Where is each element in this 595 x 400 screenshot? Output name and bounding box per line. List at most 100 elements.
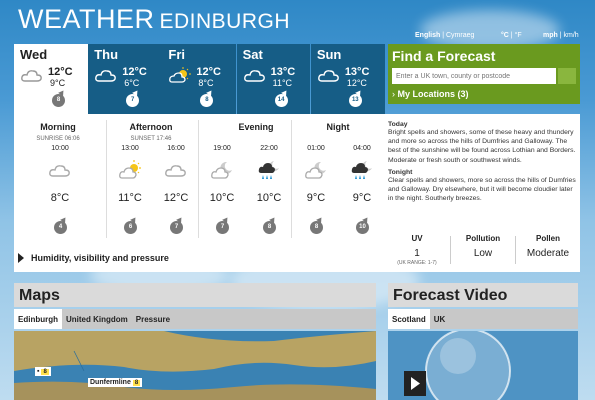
unit-fahrenheit[interactable]: °F xyxy=(515,32,522,39)
tonight-text: Clear spells and showers, more so across… xyxy=(388,176,576,203)
pollution-index[interactable]: Pollution Low xyxy=(451,234,515,259)
video-tabs: Scotland UK xyxy=(388,309,578,329)
tonight-heading: Tonight xyxy=(388,168,413,176)
humidity-visibility-pressure-toggle[interactable]: Humidity, visibility and pressure xyxy=(14,244,385,272)
timeslot[interactable]: 04:00 9°C 10 xyxy=(342,145,382,234)
day-name: Sat xyxy=(242,47,263,62)
map-land xyxy=(14,331,376,400)
my-locations-label: My Locations (3) xyxy=(397,89,469,99)
timeslot[interactable]: 10:00 8°C 4 xyxy=(40,145,80,234)
day-high: 12°C xyxy=(122,66,147,78)
weather-map[interactable]: ▪ 8 Dunfermline 8 xyxy=(14,331,376,400)
slot-time: 01:00 xyxy=(307,145,325,152)
unit-kmh[interactable]: km/h xyxy=(564,32,579,39)
slot-time: 13:00 xyxy=(121,145,139,152)
find-forecast-panel: Find a Forecast › My Locations (3) xyxy=(388,44,580,104)
page-title: WEATHER Edinburgh xyxy=(18,4,290,35)
day-tab-fri[interactable]: Fri 12°C 8°C 8 xyxy=(162,44,237,114)
uv-label: UV xyxy=(411,234,423,243)
humidity-link-label: Humidity, visibility and pressure xyxy=(31,253,169,263)
timeslot[interactable]: 22:00 10°C 8 xyxy=(249,145,289,234)
pollution-value: Low xyxy=(473,248,493,259)
cloud-icon xyxy=(95,70,117,82)
play-icon[interactable] xyxy=(404,371,426,396)
map-temp-tag: 8 xyxy=(132,380,141,386)
day-tab-sat[interactable]: Sat 13°C 11°C 14 xyxy=(236,44,311,114)
slot-time: 22:00 xyxy=(260,145,278,152)
unit-mph[interactable]: mph xyxy=(543,32,558,39)
timeslot[interactable]: 16:00 12°C 7 xyxy=(156,145,196,234)
day-tab-sun[interactable]: Sun 13°C 12°C 13 xyxy=(310,44,385,114)
my-locations-link[interactable]: › My Locations (3) xyxy=(392,89,469,99)
sun-cloud-icon xyxy=(119,160,141,179)
lang-welsh[interactable]: Cymraeg xyxy=(446,32,474,39)
slot-temp: 9°C xyxy=(306,192,326,204)
language-switch: English | Cymraeg xyxy=(415,32,475,39)
conditions-row: UV 1 (UK RANGE: 1-7) Pollution Low Polle… xyxy=(385,228,580,272)
wind-speed-icon: 14 xyxy=(274,94,288,107)
map-location-name: Dunfermline xyxy=(90,379,131,386)
today-heading: Today xyxy=(388,121,408,128)
map-location-label: Dunfermline 8 xyxy=(88,378,143,387)
timeslot[interactable]: 13:00 11°C 6 xyxy=(110,145,150,234)
day-tabs: Wed 12°C 9°C 8 Thu 12°C 6°C 7 Fri 12°C 8… xyxy=(14,44,385,114)
location-title: Edinburgh xyxy=(159,10,291,33)
tab-pressure[interactable]: Pressure xyxy=(132,309,174,329)
tab-scotland[interactable]: Scotland xyxy=(388,309,430,329)
day-low: 8°C xyxy=(198,78,214,88)
find-forecast-title: Find a Forecast xyxy=(392,48,496,64)
period-divider xyxy=(291,120,292,238)
rain-cloud-icon xyxy=(258,161,279,179)
day-high: 13°C xyxy=(270,66,296,78)
slot-temp: 10°C xyxy=(256,192,282,204)
day-low: 6°C xyxy=(124,78,140,88)
period-divider xyxy=(106,120,107,238)
speed-unit-switch: mph | km/h xyxy=(543,32,579,39)
slot-temp: 12°C xyxy=(163,192,189,204)
lang-english[interactable]: English xyxy=(415,32,440,39)
uv-range: (UK RANGE: 1-7) xyxy=(397,260,437,266)
forecast-video-player[interactable] xyxy=(388,331,578,400)
wind-speed-icon: 8 xyxy=(263,221,276,234)
tab-edinburgh[interactable]: Edinburgh xyxy=(14,309,62,329)
day-name: Fri xyxy=(168,47,186,62)
wind-speed-icon: 7 xyxy=(216,221,229,234)
unit-celsius[interactable]: °C xyxy=(501,32,509,39)
uv-index[interactable]: UV 1 (UK RANGE: 1-7) xyxy=(385,234,449,266)
day-low: 11°C xyxy=(272,78,293,88)
map-location-label: ▪ 8 xyxy=(35,367,51,376)
slot-temp: 8°C xyxy=(50,192,70,204)
period-afternoon: Afternoon xyxy=(129,122,173,132)
day-name: Thu xyxy=(94,47,119,62)
day-low: 9°C xyxy=(50,78,66,88)
pollen-index[interactable]: Pollen Moderate xyxy=(516,234,580,259)
wind-speed-icon: 8 xyxy=(310,221,323,234)
maps-heading: Maps xyxy=(14,283,376,307)
tab-united-kingdom[interactable]: United Kingdom xyxy=(62,309,132,329)
moon-cloud-icon xyxy=(211,161,232,179)
day-tab-wed[interactable]: Wed 12°C 9°C 8 xyxy=(14,44,88,114)
maps-tabs: Edinburgh United Kingdom Pressure xyxy=(14,309,376,329)
hourly-forecast-panel: Morning SUNRISE 06:06 Afternoon SUNSET 1… xyxy=(14,114,385,244)
cloud-icon xyxy=(21,70,42,82)
timeslot[interactable]: 19:00 10°C 7 xyxy=(202,145,242,234)
day-high: 13°C xyxy=(344,66,370,78)
sun-cloud-icon xyxy=(169,67,192,83)
timeslot[interactable]: 01:00 9°C 8 xyxy=(296,145,336,234)
moon-cloud-icon xyxy=(305,161,326,179)
period-night: Night xyxy=(326,122,350,132)
day-name: Wed xyxy=(20,47,48,62)
tab-uk[interactable]: UK xyxy=(430,309,450,329)
day-tab-thu[interactable]: Thu 12°C 6°C 7 xyxy=(88,44,162,114)
period-morning: Morning xyxy=(40,122,76,132)
wind-speed-icon: 8 xyxy=(52,94,65,107)
chevron-right-icon xyxy=(18,253,24,263)
weather-title: WEATHER xyxy=(18,4,155,34)
forecast-summary: Today Bright spells and showers, some of… xyxy=(385,114,580,244)
location-search-input[interactable] xyxy=(392,68,556,84)
search-button[interactable] xyxy=(558,68,576,84)
slot-time: 16:00 xyxy=(167,145,185,152)
uv-value: 1 xyxy=(414,248,420,259)
video-title: Forecast Video xyxy=(393,287,508,304)
cloud-icon xyxy=(49,165,70,177)
